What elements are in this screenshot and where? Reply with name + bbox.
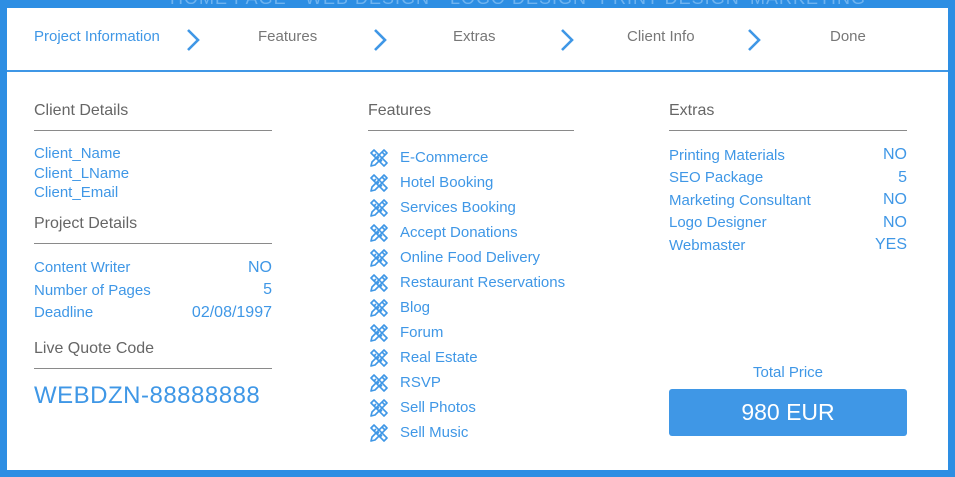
extras-row-webmaster: Webmaster YES [669,234,907,257]
wizard-steps: Project Information Features Extras Clie… [7,8,948,72]
feature-item: Services Booking [368,195,574,220]
project-row-content-writer: Content Writer NO [34,257,272,280]
feature-item: Forum [368,320,574,345]
chevron-right-icon [374,29,387,51]
feature-item: Restaurant Reservations [368,270,574,295]
live-quote-code: WEBDZN-88888888 [34,382,261,409]
total-price-label: Total Price [752,364,824,381]
pencil-ruler-icon [368,397,400,419]
row-label: Deadline [34,304,94,322]
step-done[interactable]: Done [830,28,866,45]
pencil-ruler-icon [368,222,400,244]
live-quote-title: Live Quote Code [34,340,272,369]
pencil-ruler-icon [368,172,400,194]
feature-item: Online Food Delivery [368,245,574,270]
row-value: NO [883,146,907,164]
row-label: Webmaster [669,236,746,254]
project-row-number-of-pages: Number of Pages 5 [34,279,272,302]
pencil-ruler-icon [368,147,400,169]
extras-row-marketing-consultant: Marketing Consultant NO [669,189,907,212]
features-title: Features [368,102,574,131]
row-label: Number of Pages [34,281,151,299]
features-list: E-Commerce Hotel Booking Services Booking A… [368,145,574,445]
step-extras[interactable]: Extras [453,28,496,45]
step-client-info[interactable]: Client Info [627,28,695,45]
project-row-deadline: Deadline 02/08/1997 [34,302,272,325]
feature-label: Sell Photos [400,399,476,416]
pencil-ruler-icon [368,247,400,269]
row-value: NO [883,191,907,209]
feature-label: Services Booking [400,199,516,216]
feature-label: Blog [400,299,431,316]
feature-item: Hotel Booking [368,170,574,195]
pencil-ruler-icon [368,422,400,444]
feature-label: E-Commerce [400,149,489,166]
row-label: Content Writer [34,259,131,277]
feature-item: E-Commerce [368,145,574,170]
pencil-ruler-icon [368,372,400,394]
feature-item: Sell Music [368,420,574,445]
row-label: Printing Materials [669,146,785,164]
extras-title: Extras [669,102,907,131]
client-details-title: Client Details [34,102,272,131]
row-value: 5 [898,168,907,186]
feature-item: Sell Photos [368,395,574,420]
feature-item: Blog [368,295,574,320]
features-column: Features E-Commerce Hotel Booking Services… [368,102,574,445]
row-label: Logo Designer [669,214,767,232]
extras-column: Extras Printing Materials NO SEO Package… [669,102,907,257]
chevron-right-icon [561,29,574,51]
pencil-ruler-icon [368,272,400,294]
extras-row-seo-package: SEO Package 5 [669,167,907,190]
feature-label: RSVP [400,374,441,391]
row-value: NO [248,258,272,276]
chevron-right-icon [187,29,200,51]
feature-item: Real Estate [368,345,574,370]
step-features[interactable]: Features [258,28,317,45]
project-details-title: Project Details [34,215,272,244]
total-price-button[interactable]: 980 EUR [669,389,907,436]
feature-label: Sell Music [400,424,469,441]
extras-row-printing-materials: Printing Materials NO [669,144,907,167]
row-label: SEO Package [669,169,764,187]
extras-row-logo-designer: Logo Designer NO [669,212,907,235]
client-email: Client_Email [34,184,119,201]
pencil-ruler-icon [368,322,400,344]
row-value: YES [874,236,907,254]
feature-label: Real Estate [400,349,478,366]
quote-summary-panel: Project Information Features Extras Clie… [7,8,948,470]
feature-label: Accept Donations [400,224,518,241]
row-label: Marketing Consultant [669,191,811,209]
left-column: Client Details Client_Name Client_LName … [34,102,272,410]
feature-label: Forum [400,324,444,341]
row-value: 02/08/1997 [191,303,272,321]
row-value: NO [883,213,907,231]
pencil-ruler-icon [368,197,400,219]
step-project-information[interactable]: Project Information [34,28,160,45]
pencil-ruler-icon [368,347,400,369]
row-value: 5 [263,281,272,299]
client-lname: Client_LName [34,164,130,182]
pencil-ruler-icon [368,297,400,319]
chevron-right-icon [748,29,761,51]
client-name: Client_Name [34,145,121,162]
feature-label: Hotel Booking [400,174,494,191]
feature-item: Accept Donations [368,220,574,245]
total-price-value: 980 EUR [741,399,835,425]
feature-label: Online Food Delivery [400,249,541,266]
feature-label: Restaurant Reservations [400,274,566,291]
feature-item: RSVP [368,370,574,395]
